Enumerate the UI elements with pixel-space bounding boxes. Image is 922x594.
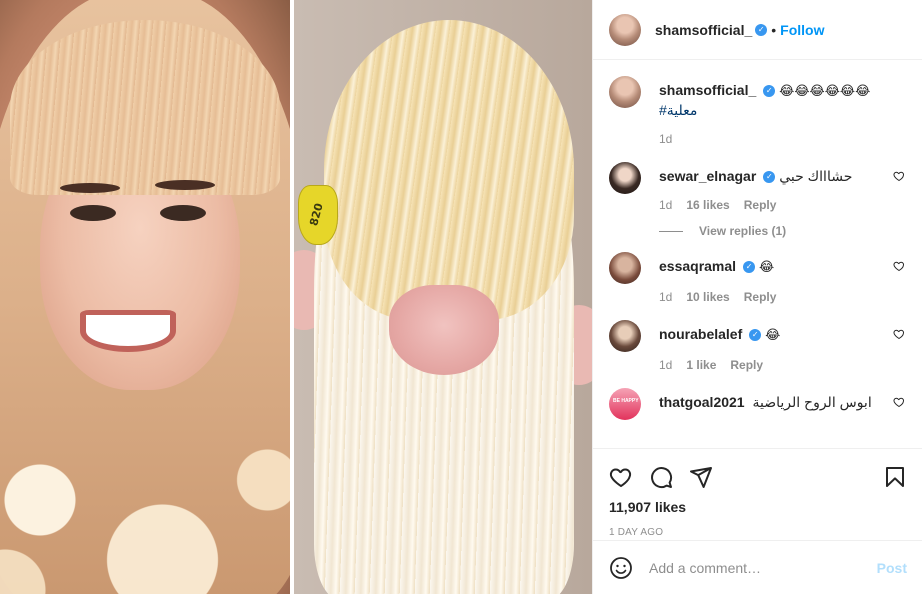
- comment-item: nourabelalef ✓ 😂 1d 1 like Reply: [609, 320, 907, 372]
- smile-icon[interactable]: [609, 556, 633, 580]
- eyebrow-right: [155, 180, 215, 190]
- avatar[interactable]: [609, 13, 641, 46]
- reply-button[interactable]: Reply: [744, 290, 777, 304]
- post-header: shamsofficial_ ✓ • Follow: [593, 0, 922, 60]
- heart-icon[interactable]: [893, 328, 905, 340]
- comment-time[interactable]: 1d: [659, 358, 672, 372]
- blurred-flowers: [0, 420, 290, 594]
- avatar[interactable]: [609, 388, 641, 420]
- reply-button[interactable]: Reply: [730, 358, 763, 372]
- goat-nose: [389, 285, 499, 375]
- goat-fringe: [324, 20, 574, 320]
- view-replies-button[interactable]: View replies (1): [659, 224, 907, 238]
- heart-icon[interactable]: [893, 396, 905, 408]
- likes-count[interactable]: 11,907 likes: [609, 499, 907, 515]
- comment-icon[interactable]: [649, 465, 673, 489]
- post-date[interactable]: 1 DAY AGO: [609, 527, 907, 538]
- eyebrow-left: [60, 183, 120, 193]
- eye-right: [160, 205, 206, 221]
- photo-goat: 820: [294, 0, 592, 594]
- bookmark-icon[interactable]: [883, 465, 907, 489]
- reply-button[interactable]: Reply: [744, 198, 777, 212]
- add-comment-bar: Post: [593, 540, 922, 594]
- comment-input[interactable]: [649, 559, 877, 576]
- bangs-shape: [10, 20, 280, 195]
- comment-item: thatgoal2021 ابوس الروح الرياضية: [609, 388, 907, 420]
- verified-icon: ✓: [763, 85, 776, 98]
- avatar[interactable]: [609, 162, 641, 194]
- comment-likes[interactable]: 10 likes: [686, 290, 729, 304]
- comment-time[interactable]: 1d: [659, 198, 672, 212]
- comment-time[interactable]: 1d: [659, 290, 672, 304]
- caption-hashtag[interactable]: #معلية: [659, 101, 907, 119]
- follow-button[interactable]: Follow: [780, 22, 824, 38]
- heart-icon[interactable]: [893, 260, 905, 272]
- eye-left: [70, 205, 116, 221]
- comments-list[interactable]: shamsofficial_ ✓ 😂😂😂😂😂😂 #معلية 1d sewar_e…: [593, 60, 922, 448]
- verified-icon: ✓: [755, 23, 768, 36]
- comment-username[interactable]: sewar_elnagar: [659, 168, 756, 184]
- verified-icon: ✓: [743, 261, 756, 274]
- caption: shamsofficial_ ✓ 😂😂😂😂😂😂 #معلية 1d: [609, 76, 907, 146]
- verified-icon: ✓: [749, 329, 762, 342]
- comment-text: 😂: [765, 328, 781, 343]
- heart-icon[interactable]: [893, 170, 905, 182]
- heart-icon[interactable]: [609, 465, 633, 489]
- post-media[interactable]: 820: [0, 0, 592, 594]
- comment-username[interactable]: essaqramal: [659, 258, 736, 274]
- comment-text: حشاااك حبي: [779, 168, 853, 184]
- comment-text: ابوس الروح الرياضية: [752, 394, 872, 410]
- caption-username[interactable]: shamsofficial_: [659, 82, 756, 98]
- photo-woman: [0, 0, 290, 594]
- post-actions-area: 11,907 likes 1 DAY AGO: [593, 448, 922, 538]
- avatar[interactable]: [609, 320, 641, 352]
- caption-emojis: 😂😂😂😂😂😂: [779, 84, 871, 99]
- comment-username[interactable]: thatgoal2021: [659, 394, 745, 410]
- comment-likes[interactable]: 16 likes: [686, 198, 729, 212]
- verified-icon: ✓: [763, 171, 776, 184]
- comment-text: 😂: [758, 260, 775, 275]
- avatar[interactable]: [609, 252, 641, 284]
- avatar[interactable]: [609, 76, 641, 108]
- author-username[interactable]: shamsofficial_: [655, 22, 752, 38]
- view-replies-label: View replies (1): [699, 224, 787, 238]
- comment-item: essaqramal ✓ 😂 1d 10 likes Reply: [609, 252, 907, 304]
- comment-username[interactable]: nourabelalef: [659, 326, 742, 342]
- action-bar: [609, 457, 907, 497]
- caption-time[interactable]: 1d: [659, 132, 672, 146]
- separator-dot: •: [771, 21, 777, 38]
- ear-tag-number: 820: [307, 201, 326, 228]
- post-side-panel: shamsofficial_ ✓ • Follow shamsofficial_…: [592, 0, 922, 594]
- reply-line: [659, 230, 683, 232]
- comment-item: sewar_elnagar ✓ حشاااك حبي 1d 16 likes Re…: [609, 162, 907, 212]
- share-icon[interactable]: [689, 465, 713, 489]
- post-button[interactable]: Post: [877, 560, 907, 576]
- smile-mouth: [80, 310, 176, 352]
- ear-tag: 820: [298, 185, 338, 245]
- comment-likes[interactable]: 1 like: [686, 358, 716, 372]
